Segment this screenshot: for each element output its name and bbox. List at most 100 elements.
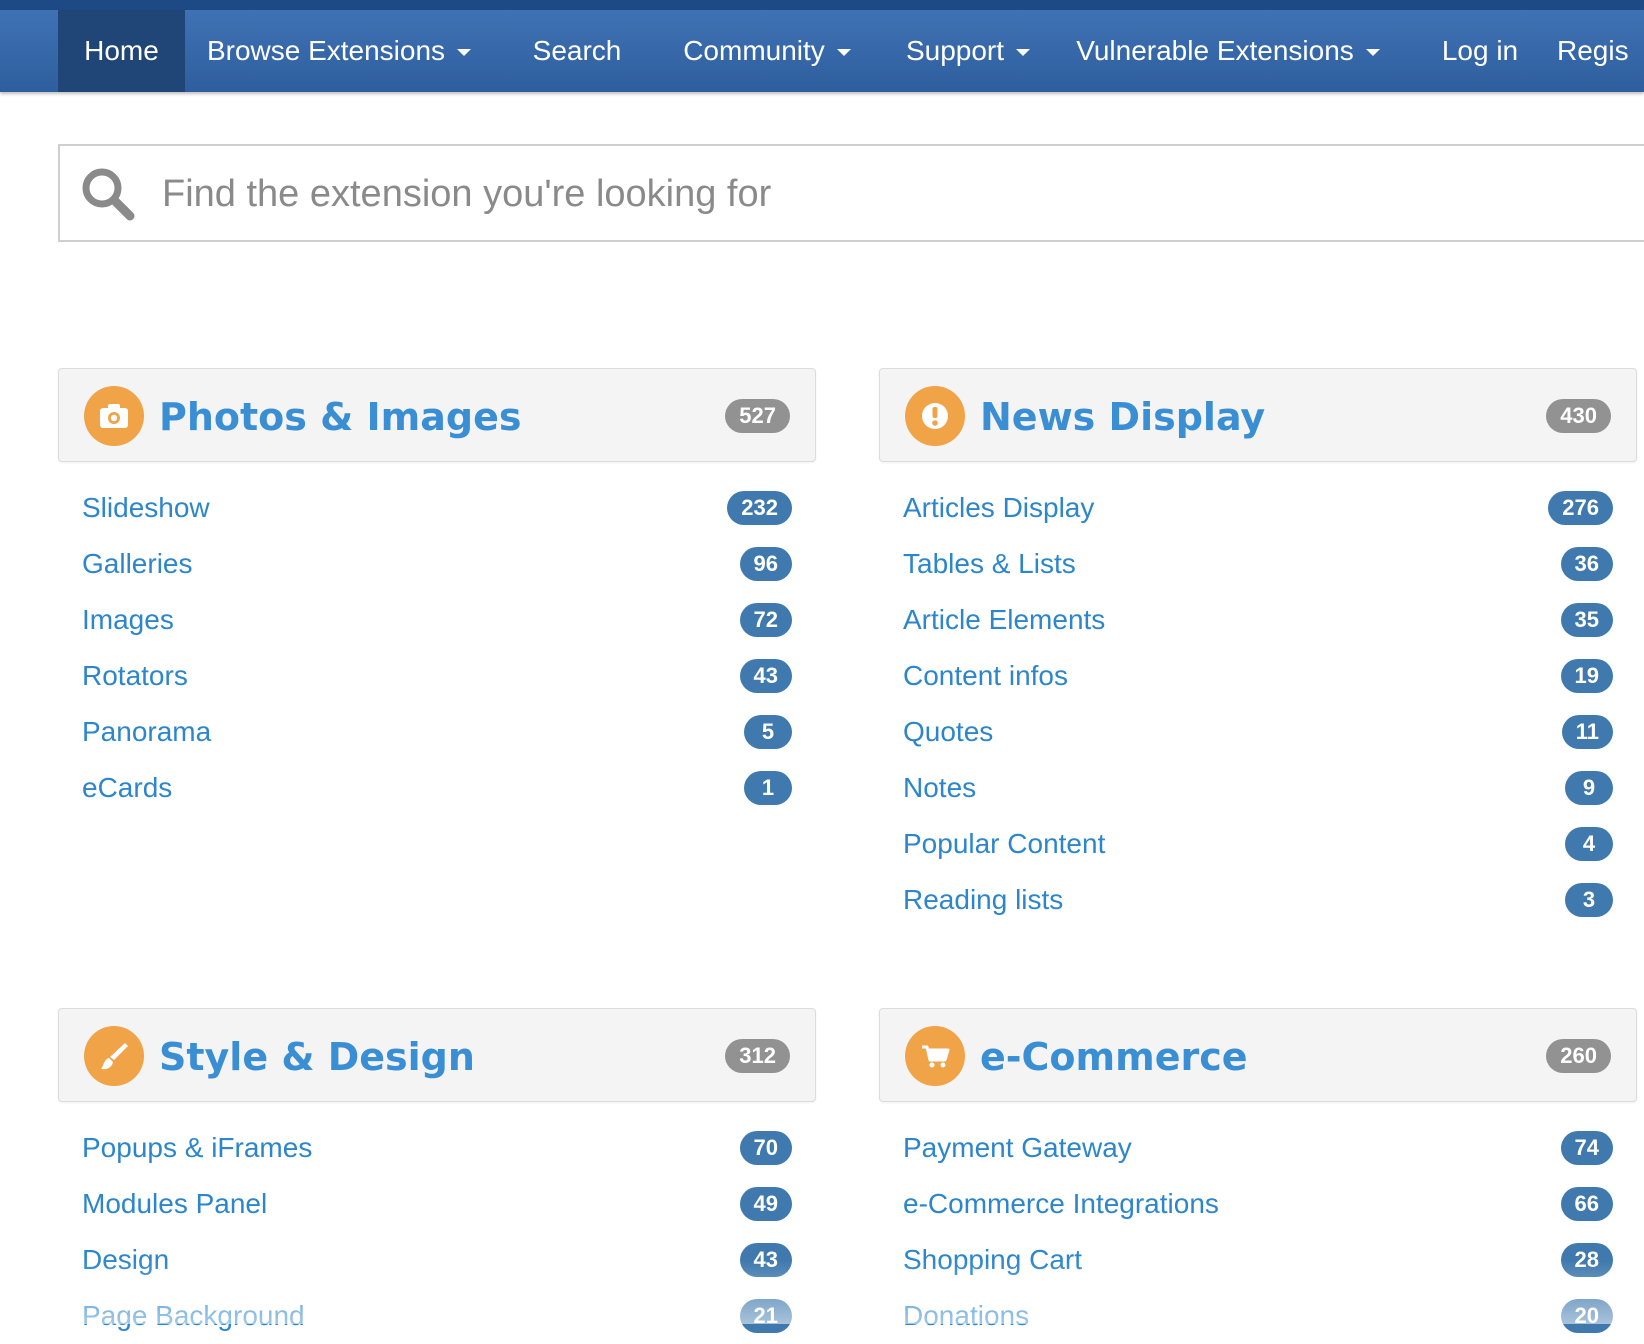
- nav-login-label: Log in: [1441, 35, 1519, 66]
- subcategory-link[interactable]: Page Background: [82, 1288, 305, 1344]
- count-badge: 3: [1565, 883, 1613, 917]
- count-badge: 70: [739, 1131, 792, 1165]
- subcategory-link[interactable]: Popups & iFrames: [82, 1120, 312, 1176]
- list-item[interactable]: Reading lists 3: [879, 872, 1637, 928]
- list-item[interactable]: Payment Gateway 74: [879, 1120, 1637, 1176]
- caret-down-icon: [1016, 48, 1031, 56]
- category-total-badge: 312: [725, 1039, 790, 1073]
- count-badge: 43: [739, 1243, 792, 1277]
- nav-register[interactable]: Regis: [1557, 10, 1644, 92]
- list-item[interactable]: Modules Panel 49: [58, 1176, 816, 1232]
- list-item[interactable]: Shopping Cart 28: [879, 1232, 1637, 1288]
- nav-register-label: Regis: [1557, 35, 1629, 66]
- top-navbar: Home Browse Extensions Search Community …: [0, 0, 1644, 92]
- count-badge: 36: [1560, 547, 1613, 581]
- nav-vulnerable-label: Vulnerable Extensions: [1076, 35, 1354, 66]
- nav-community[interactable]: Community: [661, 10, 873, 92]
- subcategory-link[interactable]: Reading lists: [903, 872, 1063, 928]
- paintbrush-icon: [84, 1026, 144, 1086]
- subcategory-link[interactable]: Article Elements: [903, 592, 1105, 648]
- subcategory-link[interactable]: Panorama: [82, 704, 211, 760]
- count-badge: 96: [739, 547, 792, 581]
- nav-community-label: Community: [683, 35, 825, 66]
- list-item[interactable]: Quotes 11: [879, 704, 1637, 760]
- list-item[interactable]: Popular Content 4: [879, 816, 1637, 872]
- nav-browse-extensions[interactable]: Browse Extensions: [185, 10, 493, 92]
- subcategory-link[interactable]: Payment Gateway: [903, 1120, 1132, 1176]
- subcategory-link[interactable]: Images: [82, 592, 174, 648]
- subcategory-link[interactable]: Modules Panel: [82, 1176, 267, 1232]
- count-badge: 74: [1560, 1131, 1613, 1165]
- list-item[interactable]: Tables & Lists 36: [879, 536, 1637, 592]
- category-title[interactable]: e-Commerce: [980, 1009, 1248, 1103]
- count-badge: 232: [727, 491, 792, 525]
- category-panel-photos-images: Photos & Images 527 Slideshow 232 Galleri…: [58, 368, 816, 816]
- category-title[interactable]: News Display: [980, 369, 1265, 463]
- category-header: e-Commerce 260: [879, 1008, 1637, 1102]
- count-badge: 66: [1560, 1187, 1613, 1221]
- count-badge: 9: [1565, 771, 1613, 805]
- list-item[interactable]: Articles Display 276: [879, 480, 1637, 536]
- category-total-badge: 430: [1546, 399, 1611, 433]
- list-item[interactable]: Donations 20: [879, 1288, 1637, 1344]
- count-badge: 28: [1560, 1243, 1613, 1277]
- subcategory-list: Articles Display 276 Tables & Lists 36 Art…: [879, 480, 1637, 928]
- subcategory-link[interactable]: Shopping Cart: [903, 1232, 1082, 1288]
- count-badge: 1: [744, 771, 792, 805]
- list-item[interactable]: Slideshow 232: [58, 480, 816, 536]
- category-panel-e-commerce: e-Commerce 260 Payment Gateway 74 e-Comme…: [879, 1008, 1637, 1344]
- subcategory-link[interactable]: e-Commerce Integrations: [903, 1176, 1219, 1232]
- category-header: News Display 430: [879, 368, 1637, 462]
- subcategory-link[interactable]: Slideshow: [82, 480, 210, 536]
- count-badge: 20: [1560, 1299, 1613, 1333]
- subcategory-link[interactable]: Rotators: [82, 648, 188, 704]
- nav-vulnerable-extensions[interactable]: Vulnerable Extensions: [1063, 10, 1393, 92]
- nav-support[interactable]: Support: [889, 10, 1047, 92]
- subcategory-link[interactable]: Notes: [903, 760, 976, 816]
- category-title[interactable]: Photos & Images: [159, 369, 521, 463]
- count-badge: 276: [1548, 491, 1613, 525]
- caret-down-icon: [1365, 48, 1380, 56]
- list-item[interactable]: Notes 9: [879, 760, 1637, 816]
- count-badge: 21: [739, 1299, 792, 1333]
- subcategory-link[interactable]: eCards: [82, 760, 172, 816]
- category-title[interactable]: Style & Design: [159, 1009, 475, 1103]
- subcategory-list: Payment Gateway 74 e-Commerce Integration…: [879, 1120, 1637, 1344]
- subcategory-link[interactable]: Donations: [903, 1288, 1029, 1344]
- category-total-badge: 527: [725, 399, 790, 433]
- list-item[interactable]: Images 72: [58, 592, 816, 648]
- subcategory-link[interactable]: Popular Content: [903, 816, 1105, 872]
- list-item[interactable]: Rotators 43: [58, 648, 816, 704]
- subcategory-link[interactable]: Content infos: [903, 648, 1068, 704]
- nav-home[interactable]: Home: [58, 10, 185, 92]
- nav-home-label: Home: [84, 35, 159, 66]
- nav-search[interactable]: Search: [509, 10, 645, 92]
- count-badge: 19: [1560, 659, 1613, 693]
- category-header: Style & Design 312: [58, 1008, 816, 1102]
- subcategory-list: Popups & iFrames 70 Modules Panel 49 Desig…: [58, 1120, 816, 1344]
- list-item[interactable]: Page Background 21: [58, 1288, 816, 1344]
- subcategory-link[interactable]: Quotes: [903, 704, 993, 760]
- category-total-badge: 260: [1546, 1039, 1611, 1073]
- subcategory-link[interactable]: Galleries: [82, 536, 192, 592]
- list-item[interactable]: Design 43: [58, 1232, 816, 1288]
- count-badge: 49: [739, 1187, 792, 1221]
- shopping-cart-icon: [905, 1026, 965, 1086]
- search-input[interactable]: [160, 148, 1614, 240]
- list-item[interactable]: e-Commerce Integrations 66: [879, 1176, 1637, 1232]
- category-panel-style-design: Style & Design 312 Popups & iFrames 70 Mo…: [58, 1008, 816, 1344]
- list-item[interactable]: Galleries 96: [58, 536, 816, 592]
- list-item[interactable]: Panorama 5: [58, 704, 816, 760]
- subcategory-link[interactable]: Tables & Lists: [903, 536, 1076, 592]
- nav-support-label: Support: [905, 35, 1005, 66]
- subcategory-link[interactable]: Articles Display: [903, 480, 1094, 536]
- list-item[interactable]: Popups & iFrames 70: [58, 1120, 816, 1176]
- count-badge: 11: [1561, 715, 1613, 749]
- list-item[interactable]: Article Elements 35: [879, 592, 1637, 648]
- list-item[interactable]: Content infos 19: [879, 648, 1637, 704]
- count-badge: 4: [1565, 827, 1613, 861]
- subcategory-link[interactable]: Design: [82, 1232, 169, 1288]
- list-item[interactable]: eCards 1: [58, 760, 816, 816]
- nav-login[interactable]: Log in: [1420, 10, 1540, 92]
- count-badge: 72: [739, 603, 792, 637]
